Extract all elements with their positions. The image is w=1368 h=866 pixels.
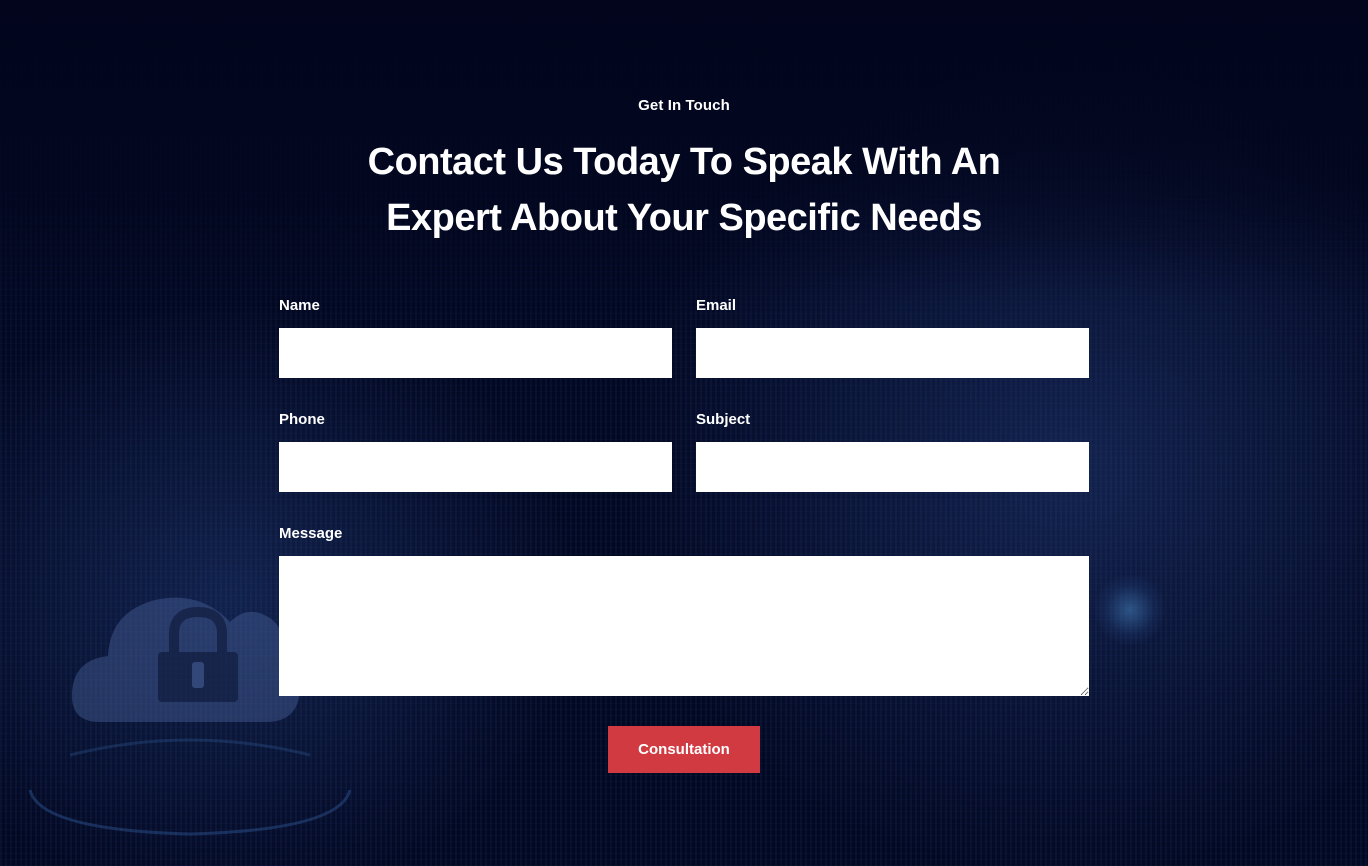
name-label: Name <box>279 297 320 314</box>
subject-label: Subject <box>696 411 751 428</box>
contact-content: Get In Touch Contact Us Today To Speak W… <box>0 0 1368 866</box>
consultation-button[interactable]: Consultation <box>608 726 760 773</box>
section-heading: Contact Us Today To Speak With An Expert… <box>334 134 1034 246</box>
email-label: Email <box>696 297 737 314</box>
section-eyebrow: Get In Touch <box>638 97 730 114</box>
email-field[interactable] <box>696 328 1089 378</box>
section-heading-line-1: Contact Us Today To Speak With An <box>367 141 1001 183</box>
subject-field[interactable] <box>696 442 1089 492</box>
message-label: Message <box>279 525 343 542</box>
phone-field[interactable] <box>279 442 672 492</box>
message-field[interactable] <box>279 556 1089 696</box>
phone-label: Phone <box>279 411 325 428</box>
section-heading-line-2: Expert About Your Specific Needs <box>386 197 982 239</box>
name-field[interactable] <box>279 328 672 378</box>
contact-section: Get In Touch Contact Us Today To Speak W… <box>0 0 1368 866</box>
